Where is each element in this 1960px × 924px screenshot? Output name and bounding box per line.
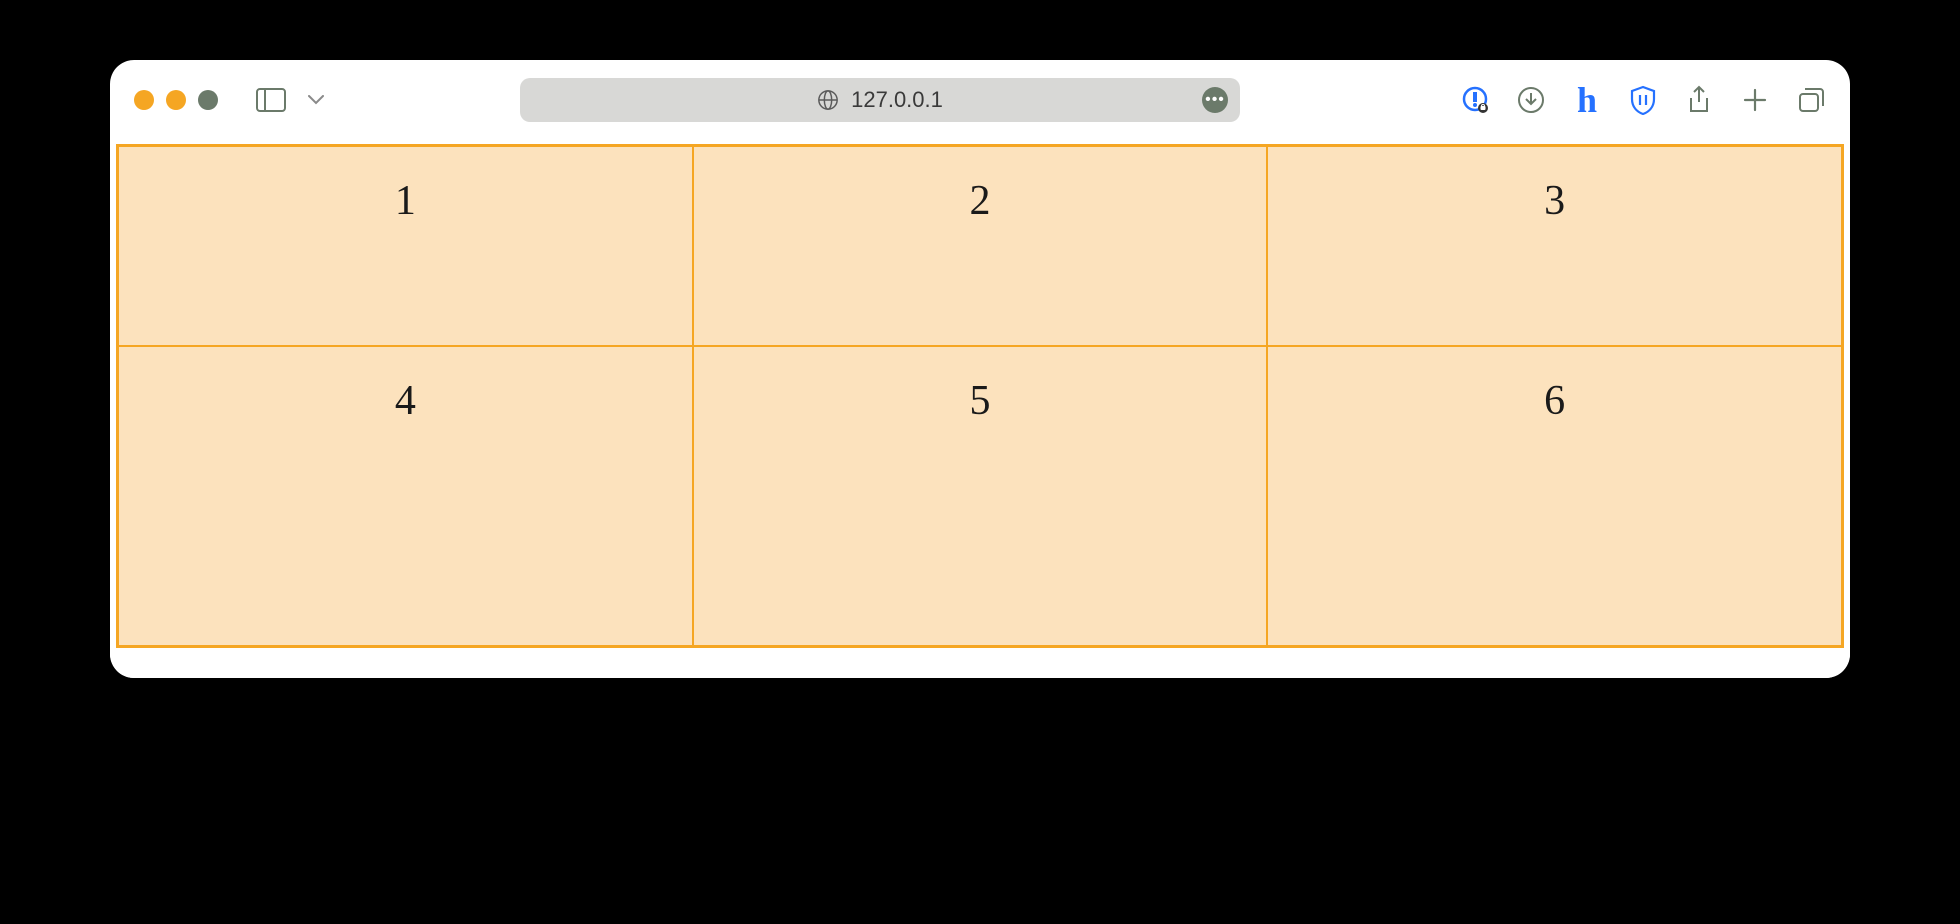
toolbar-right: h xyxy=(1460,85,1826,115)
page-content: 1 2 3 4 5 6 xyxy=(110,140,1850,678)
privacy-report-icon[interactable] xyxy=(1460,85,1490,115)
grid-container: 1 2 3 4 5 6 xyxy=(116,144,1844,648)
maximize-window-button[interactable] xyxy=(198,90,218,110)
browser-window: 127.0.0.1 ••• h xyxy=(110,60,1850,678)
grid-cell-1: 1 xyxy=(118,146,693,346)
globe-icon xyxy=(817,89,839,111)
address-bar[interactable]: 127.0.0.1 ••• xyxy=(520,78,1240,122)
cell-label: 1 xyxy=(395,177,416,345)
browser-chrome: 127.0.0.1 ••• h xyxy=(110,60,1850,140)
grid-cell-2: 2 xyxy=(693,146,1268,346)
downloads-icon[interactable] xyxy=(1516,85,1546,115)
url-text: 127.0.0.1 xyxy=(851,87,943,113)
cell-label: 6 xyxy=(1544,377,1565,645)
shield-icon[interactable] xyxy=(1628,85,1658,115)
cell-label: 3 xyxy=(1544,177,1565,345)
close-window-button[interactable] xyxy=(134,90,154,110)
minimize-window-button[interactable] xyxy=(166,90,186,110)
cell-label: 2 xyxy=(969,177,990,345)
grid-cell-4: 4 xyxy=(118,346,693,646)
new-tab-icon[interactable] xyxy=(1740,85,1770,115)
share-icon[interactable] xyxy=(1684,85,1714,115)
tab-overview-icon[interactable] xyxy=(1796,85,1826,115)
honey-extension-icon[interactable]: h xyxy=(1572,85,1602,115)
more-options-icon[interactable]: ••• xyxy=(1202,87,1228,113)
grid-cell-5: 5 xyxy=(693,346,1268,646)
cell-label: 4 xyxy=(395,377,416,645)
cell-label: 5 xyxy=(969,377,990,645)
sidebar-toggle-icon[interactable] xyxy=(256,88,286,112)
grid-cell-3: 3 xyxy=(1267,146,1842,346)
window-controls xyxy=(134,90,218,110)
grid-cell-6: 6 xyxy=(1267,346,1842,646)
chevron-down-icon[interactable] xyxy=(308,95,324,105)
